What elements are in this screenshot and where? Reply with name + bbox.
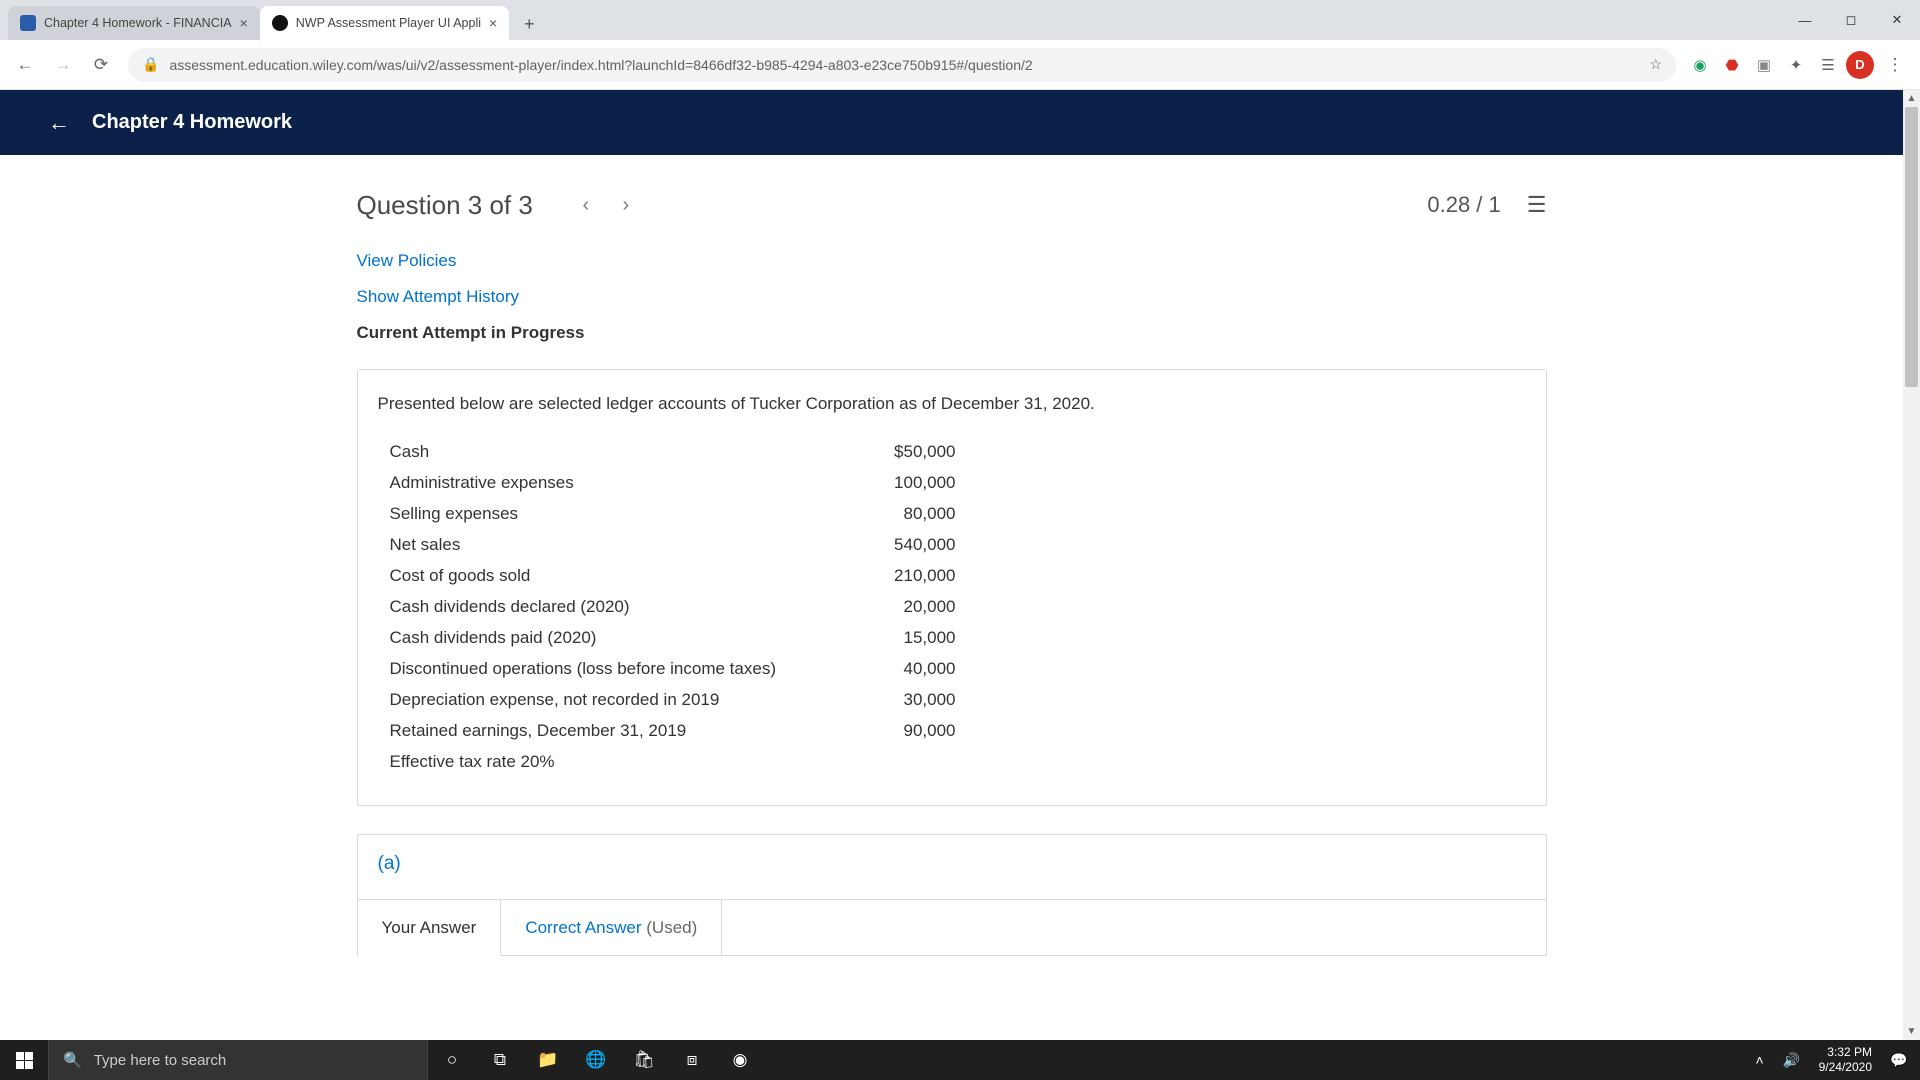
show-attempt-history-link[interactable]: Show Attempt History bbox=[357, 279, 1547, 315]
system-tray: ˄ 🔊 3:32 PM 9/24/2020 💬 bbox=[1747, 1045, 1920, 1075]
question-links: View Policies Show Attempt History Curre… bbox=[357, 237, 1547, 355]
question-container: Question 3 of 3 ‹ › 0.28 / 1 ☰ View Poli… bbox=[357, 155, 1547, 956]
profile-avatar[interactable]: D bbox=[1846, 51, 1874, 79]
cortana-icon[interactable]: ○ bbox=[428, 1040, 476, 1080]
notifications-icon[interactable]: 💬 bbox=[1886, 1052, 1912, 1069]
question-nav: ‹ › bbox=[569, 188, 643, 222]
answer-tabs: Your Answer Correct Answer (Used) bbox=[358, 899, 1546, 955]
table-row: Discontinued operations (loss before inc… bbox=[378, 653, 1526, 684]
nav-forward-button[interactable]: → bbox=[46, 48, 80, 82]
chrome-menu-icon[interactable]: ⋮ bbox=[1878, 48, 1912, 82]
close-icon[interactable]: × bbox=[240, 15, 248, 31]
extension-icon[interactable]: ⬣ bbox=[1718, 51, 1746, 79]
search-icon: 🔍 bbox=[63, 1051, 82, 1069]
url-text: assessment.education.wiley.com/was/ui/v2… bbox=[169, 57, 1639, 73]
question-list-icon[interactable]: ☰ bbox=[1527, 192, 1547, 218]
scroll-thumb[interactable] bbox=[1905, 107, 1918, 387]
tab-label: Chapter 4 Homework - FINANCIA bbox=[44, 16, 232, 30]
nav-back-button[interactable]: ← bbox=[8, 48, 42, 82]
chevron-up-icon[interactable]: ˄ bbox=[1747, 1052, 1773, 1068]
prev-question-button[interactable]: ‹ bbox=[569, 188, 603, 222]
view-policies-link[interactable]: View Policies bbox=[357, 243, 1547, 279]
tab-label: NWP Assessment Player UI Appli bbox=[296, 16, 481, 30]
chrome-icon[interactable]: ◉ bbox=[716, 1040, 764, 1080]
clock-time: 3:32 PM bbox=[1819, 1045, 1872, 1060]
next-question-button[interactable]: › bbox=[609, 188, 643, 222]
table-row: Administrative expenses100,000 bbox=[378, 467, 1526, 498]
close-icon[interactable]: × bbox=[489, 15, 497, 31]
table-row: Depreciation expense, not recorded in 20… bbox=[378, 684, 1526, 715]
star-icon[interactable]: ☆ bbox=[1649, 56, 1662, 73]
extensions-puzzle-icon[interactable]: ✦ bbox=[1782, 51, 1810, 79]
extension-icon[interactable]: ▣ bbox=[1750, 51, 1778, 79]
favicon-icon bbox=[20, 15, 36, 31]
table-row: Cash dividends declared (2020)20,000 bbox=[378, 591, 1526, 622]
question-body-card: Presented below are selected ledger acco… bbox=[357, 369, 1547, 806]
table-row: Net sales540,000 bbox=[378, 529, 1526, 560]
table-row: Cash dividends paid (2020)15,000 bbox=[378, 622, 1526, 653]
nav-reload-button[interactable]: ⟳ bbox=[84, 48, 118, 82]
maximize-icon[interactable]: ◻ bbox=[1828, 0, 1874, 40]
question-intro: Presented below are selected ledger acco… bbox=[378, 394, 1526, 414]
table-row: Retained earnings, December 31, 201990,0… bbox=[378, 715, 1526, 746]
page-title: Chapter 4 Homework bbox=[92, 111, 292, 134]
minimize-icon[interactable]: — bbox=[1782, 0, 1828, 40]
back-arrow-icon[interactable]: ← bbox=[48, 110, 70, 136]
volume-icon[interactable]: 🔊 bbox=[1779, 1052, 1805, 1069]
question-score: 0.28 / 1 ☰ bbox=[1427, 192, 1546, 218]
dropbox-icon[interactable]: ⧈ bbox=[668, 1040, 716, 1080]
clock-date: 9/24/2020 bbox=[1819, 1060, 1872, 1075]
file-explorer-icon[interactable]: 📁 bbox=[524, 1040, 572, 1080]
taskbar-search[interactable]: 🔍 Type here to search bbox=[48, 1040, 428, 1080]
store-icon[interactable]: 🛍 bbox=[620, 1040, 668, 1080]
app-header: ← Chapter 4 Homework bbox=[0, 90, 1903, 155]
browser-toolbar: ← → ⟳ 🔒 assessment.education.wiley.com/w… bbox=[0, 40, 1920, 90]
windows-taskbar: 🔍 Type here to search ○ ⧉ 📁 🌐 🛍 ⧈ ◉ ˄ 🔊 … bbox=[0, 1040, 1920, 1080]
taskbar-clock[interactable]: 3:32 PM 9/24/2020 bbox=[1811, 1045, 1880, 1075]
tab-your-answer[interactable]: Your Answer bbox=[358, 900, 502, 956]
score-value: 0.28 / 1 bbox=[1427, 192, 1500, 218]
start-button[interactable] bbox=[0, 1040, 48, 1080]
address-bar[interactable]: 🔒 assessment.education.wiley.com/was/ui/… bbox=[128, 48, 1676, 82]
task-view-icon[interactable]: ⧉ bbox=[476, 1040, 524, 1080]
window-controls: — ◻ ✕ bbox=[1782, 0, 1920, 40]
table-row: Selling expenses80,000 bbox=[378, 498, 1526, 529]
new-tab-button[interactable]: + bbox=[515, 10, 543, 38]
lock-icon: 🔒 bbox=[142, 56, 159, 73]
table-row: Cost of goods sold210,000 bbox=[378, 560, 1526, 591]
question-number: Question 3 of 3 bbox=[357, 190, 533, 221]
table-row: Cash$50,000 bbox=[378, 436, 1526, 467]
ledger-table: Cash$50,000 Administrative expenses100,0… bbox=[378, 436, 1526, 777]
question-toolbar: Question 3 of 3 ‹ › 0.28 / 1 ☰ bbox=[357, 173, 1547, 237]
browser-tabstrip: Chapter 4 Homework - FINANCIA × NWP Asse… bbox=[0, 0, 1920, 40]
vertical-scrollbar[interactable]: ▲ ▼ bbox=[1903, 90, 1920, 1040]
windows-logo-icon bbox=[16, 1052, 33, 1069]
page-viewport: ← Chapter 4 Homework Question 3 of 3 ‹ ›… bbox=[0, 90, 1903, 1040]
search-placeholder: Type here to search bbox=[94, 1052, 227, 1069]
answer-card: (a) Your Answer Correct Answer (Used) bbox=[357, 834, 1547, 956]
attempt-status: Current Attempt in Progress bbox=[357, 315, 1547, 351]
browser-tab-1[interactable]: Chapter 4 Homework - FINANCIA × bbox=[8, 6, 260, 40]
tab-correct-answer[interactable]: Correct Answer (Used) bbox=[501, 900, 722, 955]
reading-list-icon[interactable]: ☰ bbox=[1814, 51, 1842, 79]
extension-icon[interactable]: ◉ bbox=[1686, 51, 1714, 79]
close-window-icon[interactable]: ✕ bbox=[1874, 0, 1920, 40]
scroll-up-icon[interactable]: ▲ bbox=[1903, 90, 1920, 107]
scroll-down-icon[interactable]: ▼ bbox=[1903, 1023, 1920, 1040]
browser-tab-2[interactable]: NWP Assessment Player UI Appli × bbox=[260, 6, 509, 40]
table-row: Effective tax rate 20% bbox=[378, 746, 1526, 777]
edge-icon[interactable]: 🌐 bbox=[572, 1040, 620, 1080]
favicon-icon bbox=[272, 15, 288, 31]
part-label: (a) bbox=[358, 835, 1546, 899]
taskbar-pinned: ○ ⧉ 📁 🌐 🛍 ⧈ ◉ bbox=[428, 1040, 764, 1080]
